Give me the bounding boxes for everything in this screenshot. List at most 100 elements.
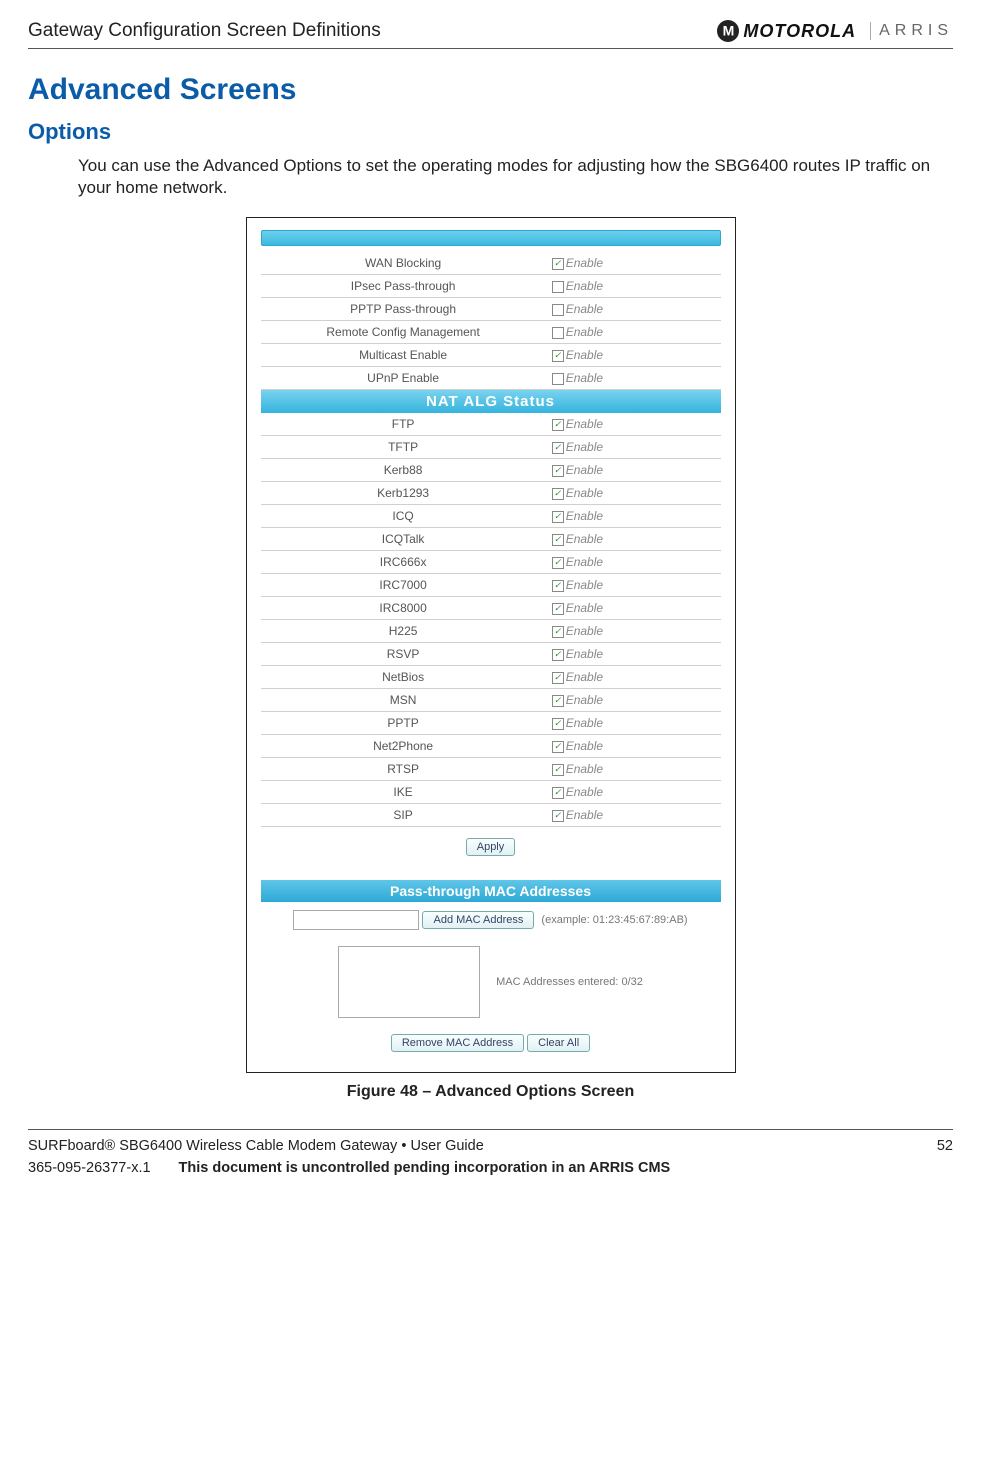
checkbox-checked-icon[interactable]: ✓ xyxy=(552,488,564,500)
option-enable-cell[interactable]: ✓Enable xyxy=(546,804,721,827)
checkbox-unchecked-icon[interactable] xyxy=(552,304,564,316)
enable-label: Enable xyxy=(566,555,603,569)
footer-product: SURFboard® SBG6400 Wireless Cable Modem … xyxy=(28,1138,484,1154)
checkbox-checked-icon[interactable]: ✓ xyxy=(552,741,564,753)
checkbox-checked-icon[interactable]: ✓ xyxy=(552,672,564,684)
option-enable-cell[interactable]: ✓Enable xyxy=(546,344,721,367)
checkbox-checked-icon[interactable]: ✓ xyxy=(552,603,564,615)
option-label: Kerb1293 xyxy=(261,482,546,505)
option-enable-cell[interactable]: ✓Enable xyxy=(546,551,721,574)
clear-all-button[interactable]: Clear All xyxy=(527,1034,590,1052)
option-enable-cell[interactable]: Enable xyxy=(546,367,721,390)
option-label: ICQ xyxy=(261,505,546,528)
option-enable-cell[interactable]: ✓Enable xyxy=(546,413,721,436)
checkbox-checked-icon[interactable]: ✓ xyxy=(552,764,564,776)
footer-doc-number: 365-095-26377-x.1 xyxy=(28,1160,151,1176)
option-enable-cell[interactable]: ✓Enable xyxy=(546,574,721,597)
checkbox-checked-icon[interactable]: ✓ xyxy=(552,511,564,523)
checkbox-checked-icon[interactable]: ✓ xyxy=(552,787,564,799)
option-enable-cell[interactable]: ✓Enable xyxy=(546,735,721,758)
option-label: ICQTalk xyxy=(261,528,546,551)
option-row: H225✓Enable xyxy=(261,620,721,643)
footer-page-number: 52 xyxy=(937,1138,953,1154)
checkbox-checked-icon[interactable]: ✓ xyxy=(552,557,564,569)
checkbox-checked-icon[interactable]: ✓ xyxy=(552,626,564,638)
option-enable-cell[interactable]: ✓Enable xyxy=(546,528,721,551)
option-row: ICQTalk✓Enable xyxy=(261,528,721,551)
subsection-heading: Options xyxy=(28,119,953,145)
body-paragraph: You can use the Advanced Options to set … xyxy=(78,155,953,199)
option-enable-cell[interactable]: ✓Enable xyxy=(546,252,721,275)
option-label: H225 xyxy=(261,620,546,643)
option-label: NetBios xyxy=(261,666,546,689)
enable-label: Enable xyxy=(566,624,603,638)
checkbox-checked-icon[interactable]: ✓ xyxy=(552,695,564,707)
option-enable-cell[interactable]: ✓Enable xyxy=(546,436,721,459)
option-label: PPTP xyxy=(261,712,546,735)
remove-mac-button[interactable]: Remove MAC Address xyxy=(391,1034,524,1052)
enable-label: Enable xyxy=(566,785,603,799)
option-row: Net2Phone✓Enable xyxy=(261,735,721,758)
option-enable-cell[interactable]: ✓Enable xyxy=(546,781,721,804)
top-blue-bar xyxy=(261,230,721,246)
checkbox-checked-icon[interactable]: ✓ xyxy=(552,350,564,362)
option-enable-cell[interactable]: ✓Enable xyxy=(546,597,721,620)
checkbox-checked-icon[interactable]: ✓ xyxy=(552,534,564,546)
option-label: UPnP Enable xyxy=(261,367,546,390)
option-row: IKE✓Enable xyxy=(261,781,721,804)
option-row: RSVP✓Enable xyxy=(261,643,721,666)
checkbox-unchecked-icon[interactable] xyxy=(552,373,564,385)
option-enable-cell[interactable]: ✓Enable xyxy=(546,666,721,689)
option-enable-cell[interactable]: Enable xyxy=(546,275,721,298)
checkbox-unchecked-icon[interactable] xyxy=(552,281,564,293)
checkbox-checked-icon[interactable]: ✓ xyxy=(552,419,564,431)
enable-label: Enable xyxy=(566,716,603,730)
checkbox-checked-icon[interactable]: ✓ xyxy=(552,810,564,822)
figure-screenshot: WAN Blocking✓EnableIPsec Pass-throughEna… xyxy=(246,217,736,1073)
checkbox-checked-icon[interactable]: ✓ xyxy=(552,465,564,477)
option-label: MSN xyxy=(261,689,546,712)
option-row: IRC8000✓Enable xyxy=(261,597,721,620)
enable-label: Enable xyxy=(566,808,603,822)
figure-caption: Figure 48 – Advanced Options Screen xyxy=(28,1083,953,1101)
option-enable-cell[interactable]: ✓Enable xyxy=(546,643,721,666)
enable-label: Enable xyxy=(566,279,603,293)
enable-label: Enable xyxy=(566,739,603,753)
option-row: Multicast Enable✓Enable xyxy=(261,344,721,367)
mac-address-input[interactable] xyxy=(293,910,419,930)
checkbox-checked-icon[interactable]: ✓ xyxy=(552,580,564,592)
option-enable-cell[interactable]: Enable xyxy=(546,298,721,321)
checkbox-checked-icon[interactable]: ✓ xyxy=(552,258,564,270)
option-enable-cell[interactable]: ✓Enable xyxy=(546,758,721,781)
option-row: UPnP EnableEnable xyxy=(261,367,721,390)
option-enable-cell[interactable]: ✓Enable xyxy=(546,620,721,643)
option-label: IRC8000 xyxy=(261,597,546,620)
mac-add-row: Add MAC Address (example: 01:23:45:67:89… xyxy=(261,902,721,938)
enable-label: Enable xyxy=(566,647,603,661)
mac-list-row: MAC Addresses entered: 0/32 xyxy=(261,938,721,1026)
checkbox-unchecked-icon[interactable] xyxy=(552,327,564,339)
checkbox-checked-icon[interactable]: ✓ xyxy=(552,649,564,661)
option-label: RTSP xyxy=(261,758,546,781)
option-label: Remote Config Management xyxy=(261,321,546,344)
option-enable-cell[interactable]: ✓Enable xyxy=(546,459,721,482)
option-row: PPTP Pass-throughEnable xyxy=(261,298,721,321)
enable-label: Enable xyxy=(566,532,603,546)
option-row: Kerb88✓Enable xyxy=(261,459,721,482)
checkbox-checked-icon[interactable]: ✓ xyxy=(552,718,564,730)
option-enable-cell[interactable]: ✓Enable xyxy=(546,505,721,528)
mac-buttons-row: Remove MAC Address Clear All xyxy=(261,1026,721,1060)
checkbox-checked-icon[interactable]: ✓ xyxy=(552,442,564,454)
option-row: ICQ✓Enable xyxy=(261,505,721,528)
option-enable-cell[interactable]: Enable xyxy=(546,321,721,344)
apply-button[interactable]: Apply xyxy=(466,838,516,856)
option-row: SIP✓Enable xyxy=(261,804,721,827)
option-enable-cell[interactable]: ✓Enable xyxy=(546,689,721,712)
mac-list-box[interactable] xyxy=(338,946,480,1018)
option-enable-cell[interactable]: ✓Enable xyxy=(546,482,721,505)
add-mac-button[interactable]: Add MAC Address xyxy=(422,911,534,929)
option-label: Kerb88 xyxy=(261,459,546,482)
option-enable-cell[interactable]: ✓Enable xyxy=(546,712,721,735)
option-row: Kerb1293✓Enable xyxy=(261,482,721,505)
enable-label: Enable xyxy=(566,509,603,523)
